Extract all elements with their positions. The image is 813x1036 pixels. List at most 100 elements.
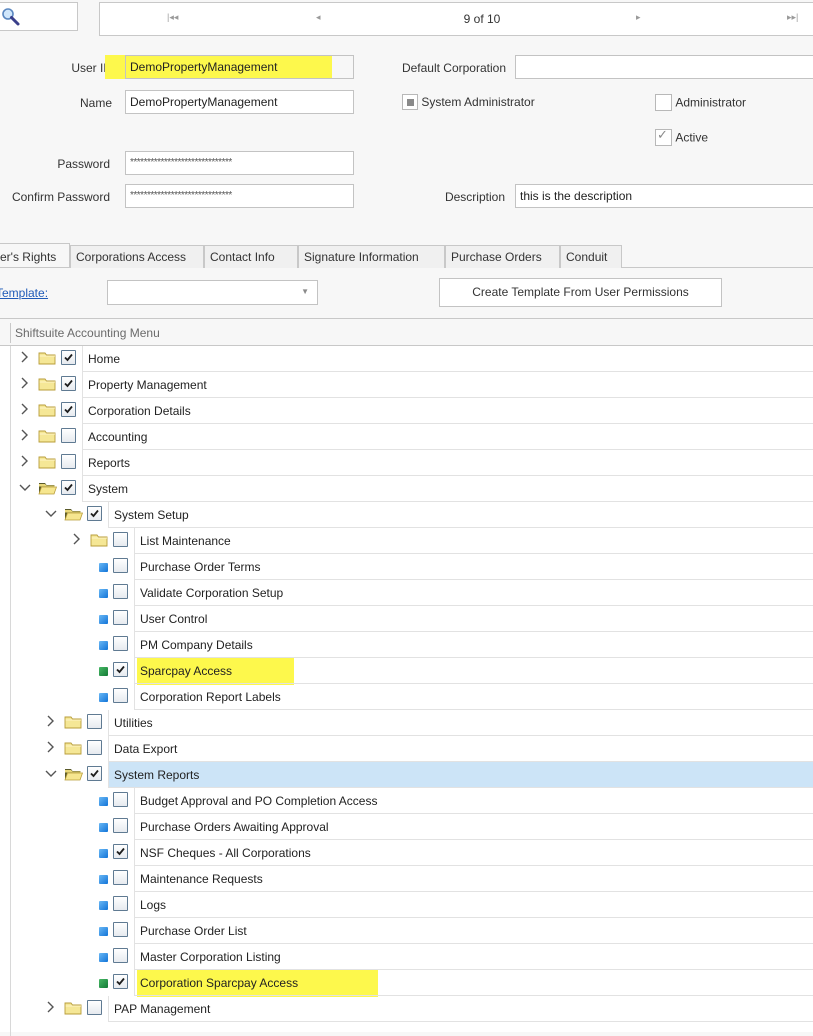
tree-row[interactable]: Accounting [0, 424, 813, 450]
tree-row[interactable]: Sparcpay Access [0, 658, 813, 685]
tree-row[interactable]: Master Corporation Listing [0, 944, 813, 970]
default-corporation-input[interactable] [515, 55, 813, 79]
checkmark-icon [90, 769, 99, 778]
chevron-right-icon[interactable] [19, 350, 31, 364]
prev-record-button[interactable]: ◂ [316, 12, 321, 23]
tree-checkbox[interactable] [61, 350, 76, 365]
tree-checkbox[interactable] [61, 402, 76, 417]
tree-checkbox[interactable] [61, 454, 76, 469]
folder-icon [38, 351, 56, 365]
tree-checkbox[interactable] [87, 1000, 102, 1015]
tree-row[interactable]: Maintenance Requests [0, 866, 813, 892]
chevron-right-icon[interactable] [19, 428, 31, 442]
blue-node-icon [99, 953, 108, 962]
tree-row[interactable]: Property Management [0, 372, 813, 398]
tree-checkbox[interactable] [113, 896, 128, 911]
tree-row-label: Utilities [108, 710, 813, 736]
chevron-down-icon[interactable] [19, 480, 31, 494]
blue-node-icon [99, 901, 108, 910]
tree-checkbox[interactable] [113, 844, 128, 859]
tree-row[interactable]: System Reports [0, 762, 813, 788]
tree-checkbox[interactable] [61, 376, 76, 391]
tree-row[interactable]: Corporation Details [0, 398, 813, 424]
tree-row[interactable]: PAP Management [0, 996, 813, 1022]
tree-checkbox[interactable] [87, 714, 102, 729]
tree-checkbox[interactable] [113, 584, 128, 599]
next-record-button[interactable]: ▸ [636, 12, 641, 23]
template-combo[interactable]: ▼ [107, 280, 318, 305]
chevron-right-icon[interactable] [19, 454, 31, 468]
tree-checkbox[interactable] [113, 818, 128, 833]
tree-checkbox[interactable] [113, 922, 128, 937]
active-check[interactable]: ✓ [655, 127, 672, 146]
tree-row[interactable]: Logs [0, 892, 813, 918]
name-value: DemoPropertyManagement [130, 95, 278, 109]
description-label: Description [444, 190, 505, 204]
tree-row[interactable]: NSF Cheques - All Corporations [0, 840, 813, 866]
tree-checkbox[interactable] [61, 480, 76, 495]
tree-column-header[interactable]: Shiftsuite Accounting Menu [0, 319, 813, 346]
tree-row[interactable]: PM Company Details [0, 632, 813, 658]
tree-checkbox[interactable] [87, 766, 102, 781]
system-administrator-checkbox[interactable]: System Administrator [402, 94, 535, 110]
tab-purchase-orders[interactable]: Purchase Orders [445, 245, 560, 268]
name-input[interactable]: DemoPropertyManagement [125, 90, 354, 114]
tree-checkbox[interactable] [113, 610, 128, 625]
dropdown-arrow-icon[interactable]: ▼ [301, 287, 309, 296]
tree-row[interactable]: System Setup [0, 502, 813, 528]
tree-row[interactable]: Utilities [0, 710, 813, 736]
create-template-button[interactable]: Create Template From User Permissions [439, 278, 722, 307]
confirm-password-input[interactable]: ****************************** [125, 184, 354, 208]
first-record-button[interactable]: |◂◂ [167, 12, 178, 23]
chevron-right-icon[interactable] [19, 376, 31, 390]
tab-corporations-access[interactable]: Corporations Access [70, 245, 204, 268]
tree-checkbox[interactable] [113, 532, 128, 547]
password-input[interactable]: ****************************** [125, 151, 354, 175]
last-record-button[interactable]: ▸▸| [787, 12, 798, 23]
tab-users-rights[interactable]: er's Rights [0, 243, 70, 267]
tree-checkbox[interactable] [61, 428, 76, 443]
tree-checkbox[interactable] [113, 636, 128, 651]
active-checkbox[interactable]: ✓ Active [655, 127, 708, 146]
tree-row[interactable]: Home [0, 346, 813, 372]
tree-checkbox[interactable] [113, 662, 128, 677]
tab-conduit[interactable]: Conduit [560, 245, 622, 268]
tree-row[interactable]: Reports [0, 450, 813, 476]
chevron-right-icon[interactable] [45, 1000, 57, 1014]
tree-checkbox[interactable] [113, 792, 128, 807]
tree-row[interactable]: Purchase Order Terms [0, 554, 813, 580]
chevron-right-icon[interactable] [71, 532, 83, 546]
description-input[interactable]: this is the description [515, 184, 813, 208]
chevron-right-icon[interactable] [45, 740, 57, 754]
tab-contact-info[interactable]: Contact Info [204, 245, 298, 268]
chevron-right-icon[interactable] [45, 714, 57, 728]
chevron-right-icon[interactable] [19, 402, 31, 416]
tree-checkbox[interactable] [87, 506, 102, 521]
user-id-input[interactable]: DemoPropertyManagement [125, 55, 354, 79]
administrator-check[interactable] [655, 94, 672, 111]
tab-signature-information[interactable]: Signature Information [298, 245, 445, 268]
tree-row[interactable]: Corporation Report Labels [0, 684, 813, 710]
chevron-down-icon[interactable] [45, 766, 57, 780]
search-box[interactable] [0, 2, 78, 31]
tree-checkbox[interactable] [113, 948, 128, 963]
administrator-checkbox[interactable]: Administrator [655, 94, 746, 111]
tree-row[interactable]: List Maintenance [0, 528, 813, 554]
tree-row[interactable]: Corporation Sparcpay Access [0, 970, 813, 997]
chevron-down-icon[interactable] [45, 506, 57, 520]
tree-checkbox[interactable] [113, 558, 128, 573]
tree-row[interactable]: Budget Approval and PO Completion Access [0, 788, 813, 814]
tree-checkbox[interactable] [87, 740, 102, 755]
tree-row[interactable]: Purchase Order List [0, 918, 813, 944]
tree-row[interactable]: Validate Corporation Setup [0, 580, 813, 606]
tree-row[interactable]: User Control [0, 606, 813, 632]
folder-icon [38, 455, 56, 469]
tree-row[interactable]: Purchase Orders Awaiting Approval [0, 814, 813, 840]
tree-checkbox[interactable] [113, 974, 128, 989]
tree-row[interactable]: Data Export [0, 736, 813, 762]
tree-checkbox[interactable] [113, 688, 128, 703]
system-administrator-check[interactable] [402, 94, 418, 110]
tree-row[interactable]: System [0, 476, 813, 502]
template-link[interactable]: Template: [0, 286, 48, 300]
tree-checkbox[interactable] [113, 870, 128, 885]
